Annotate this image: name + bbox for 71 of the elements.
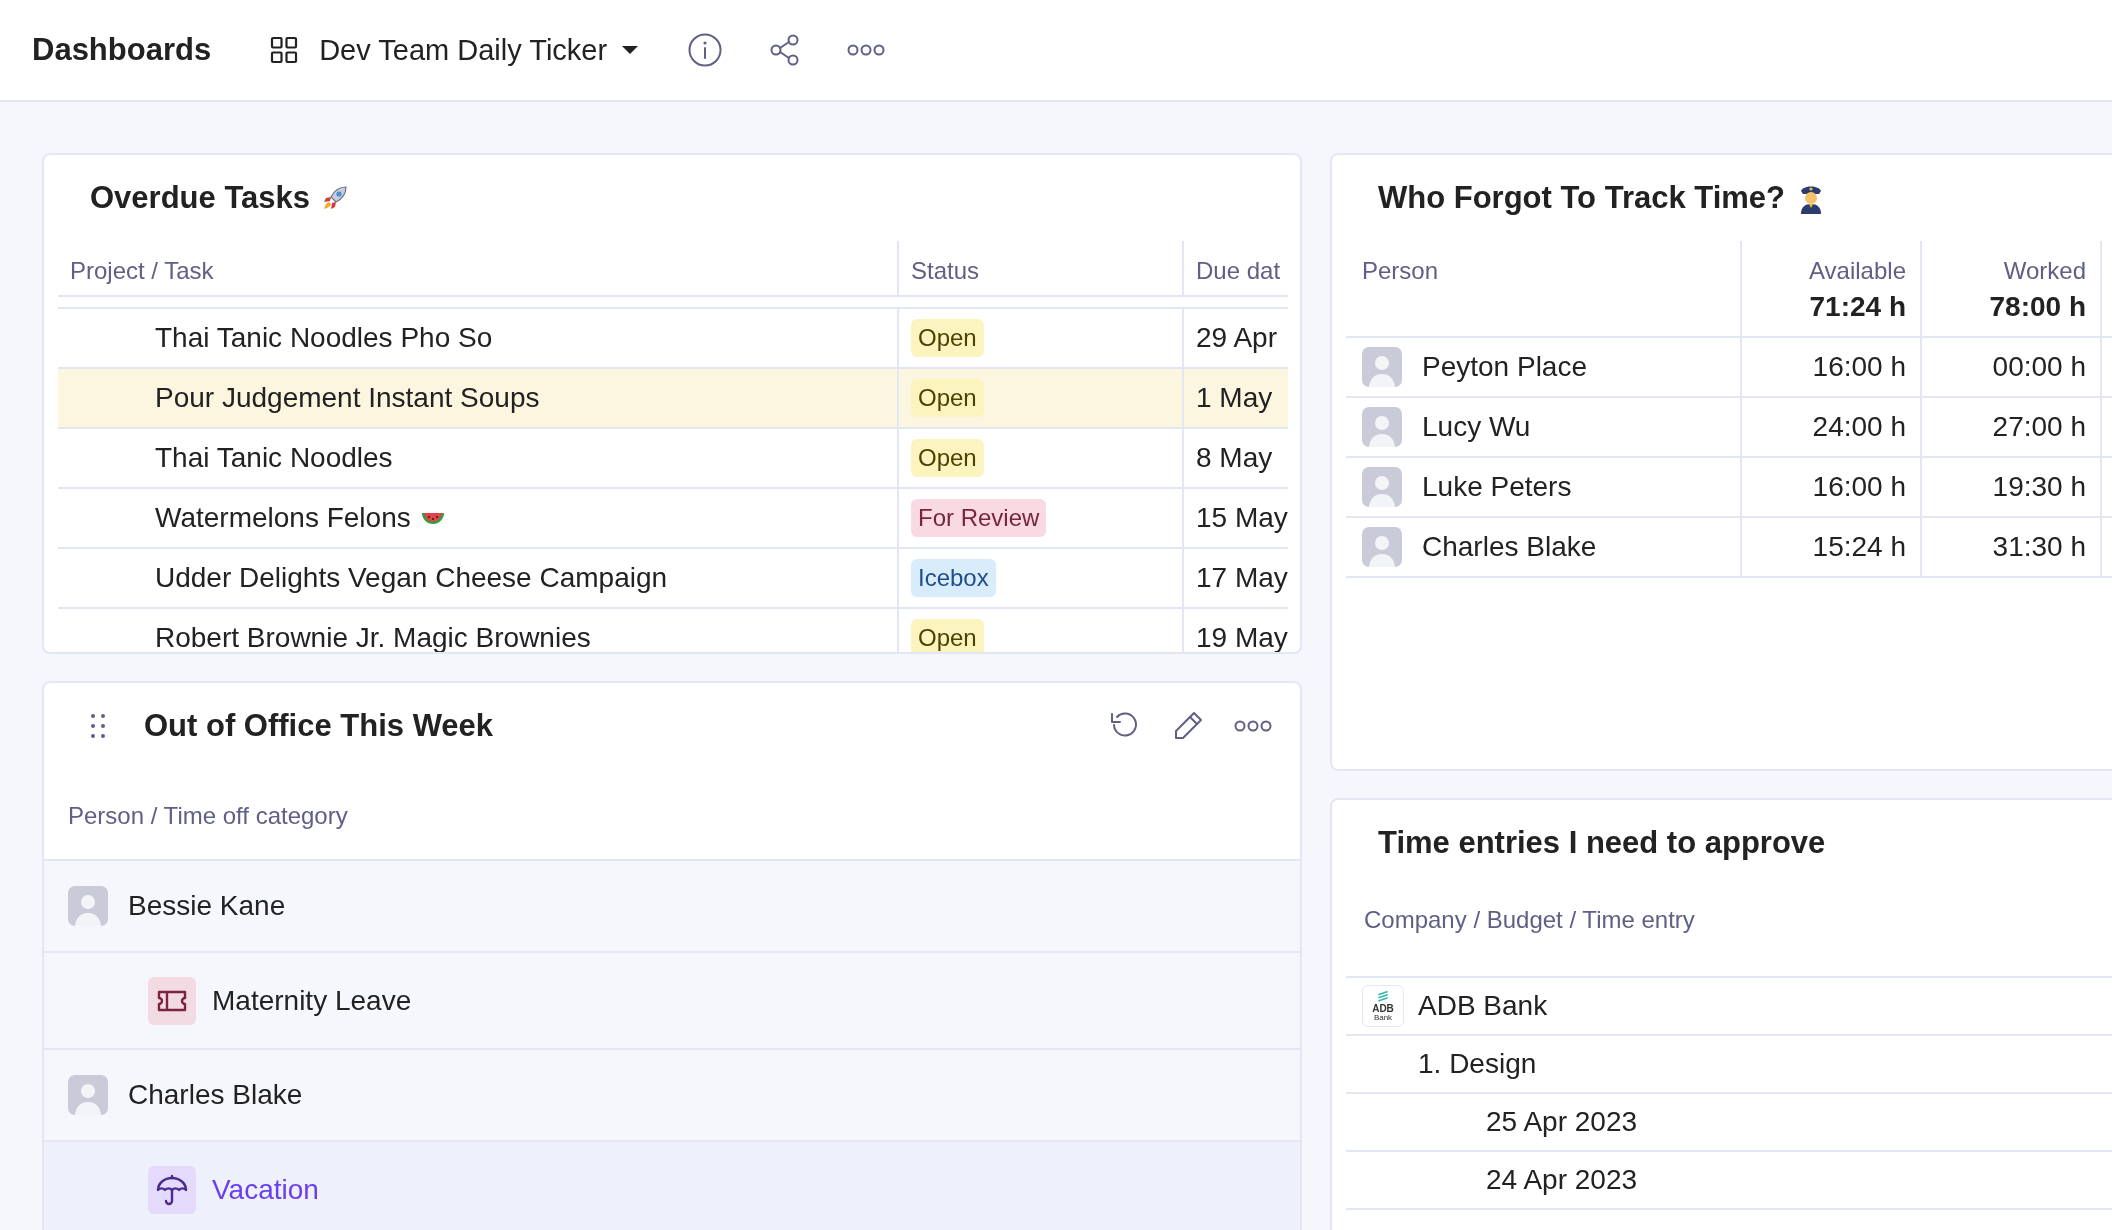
ticket-icon — [148, 976, 196, 1025]
page-title: Dashboards — [32, 32, 212, 68]
task-name[interactable]: Robert Brownie Jr. Magic Brownies — [155, 622, 591, 652]
due-date: 19 May — [1196, 622, 1288, 652]
due-date: 29 Apr — [1196, 322, 1277, 354]
worked-hours: 27:00 h — [1992, 411, 2086, 443]
task-name[interactable]: Thai Tanic Noodles Pho So — [155, 322, 493, 354]
column-header: Company / Budget / Time entry — [1364, 906, 1695, 934]
column-header: Project / Task — [58, 241, 899, 295]
person-name[interactable]: Luke Peters — [1422, 471, 1572, 503]
company-logo: ADB Bank — [1362, 985, 1404, 1027]
budget-name[interactable]: 1. Design — [1418, 1048, 1537, 1080]
task-name[interactable]: Watermelons Felons — [155, 502, 411, 534]
column-header: Status — [899, 241, 1184, 295]
available-hours: 15:24 h — [1812, 531, 1906, 563]
person-avatar — [1362, 347, 1402, 387]
company-name[interactable]: ADB Bank — [1418, 990, 1548, 1022]
person-name[interactable]: Bessie Kane — [128, 890, 286, 922]
status-tag: Open — [911, 379, 984, 417]
due-date: 17 May — [1196, 562, 1288, 594]
stripes-icon — [1376, 990, 1390, 1004]
available-hours: 16:00 h — [1812, 471, 1906, 503]
person-name[interactable]: Lucy Wu — [1422, 411, 1531, 443]
column-total: 78:00 h — [1989, 291, 2086, 323]
due-date: 1 May — [1196, 382, 1273, 414]
umbrella-icon — [148, 1165, 196, 1214]
time-off-category[interactable]: Maternity Leave — [212, 984, 412, 1017]
task-name[interactable]: Pour Judgement Instant Soups — [155, 382, 540, 414]
column-header: Person / Time off category — [68, 802, 348, 830]
worked-hours: 31:30 h — [1992, 531, 2086, 563]
time-off-category[interactable]: Vacation — [212, 1173, 319, 1206]
person-name[interactable]: Charles Blake — [1422, 531, 1597, 563]
card-title: Overdue Tasks — [90, 180, 310, 216]
person-avatar — [68, 1075, 108, 1115]
column-header: Due dat — [1195, 256, 1282, 286]
card-title: Who Forgot To Track Time? — [1378, 180, 1786, 216]
person-avatar — [68, 886, 108, 926]
more-icon[interactable] — [847, 43, 886, 57]
time-entry-date[interactable]: 24 Apr 2023 — [1486, 1164, 1638, 1196]
worked-hours: 19:30 h — [1992, 471, 2086, 503]
logo-caption: Bank — [1373, 1014, 1393, 1022]
available-hours: 16:00 h — [1812, 351, 1906, 383]
column-total: 71:24 h — [1809, 291, 1906, 323]
status-tag: For Review — [911, 499, 1047, 537]
status-tag: Icebox — [911, 559, 996, 597]
caret-down-icon — [621, 45, 640, 55]
time-entry-date[interactable]: 25 Apr 2023 — [1486, 1106, 1638, 1138]
worked-hours: 00:00 h — [1992, 351, 2086, 383]
more-icon[interactable] — [1234, 719, 1272, 733]
grid-icon — [269, 35, 300, 65]
person-avatar — [1362, 467, 1402, 507]
task-name[interactable]: Udder Delights Vegan Cheese Campaign — [155, 562, 668, 594]
drag-handle-icon[interactable] — [90, 713, 106, 739]
column-header: Worked — [2003, 257, 2086, 285]
person-avatar — [1362, 527, 1402, 567]
card-title: Out of Office This Week — [144, 708, 494, 744]
dashboard-selector[interactable]: Dev Team Daily Ticker — [269, 33, 640, 67]
column-header: Available — [1809, 257, 1906, 285]
task-name[interactable]: Thai Tanic Noodles — [155, 442, 393, 474]
card-title: Time entries I need to approve — [1378, 825, 1826, 861]
status-tag: Open — [911, 439, 984, 477]
info-icon[interactable] — [687, 32, 724, 68]
person-avatar — [1362, 407, 1402, 447]
column-header: Person — [1362, 257, 1439, 285]
available-hours: 24:00 h — [1812, 411, 1906, 443]
person-name[interactable]: Charles Blake — [128, 1079, 303, 1111]
status-tag: Open — [911, 319, 984, 357]
person-name[interactable]: Peyton Place — [1422, 351, 1587, 383]
due-date: 8 May — [1196, 442, 1273, 474]
due-date: 15 May — [1196, 502, 1288, 534]
status-tag: Open — [911, 619, 984, 652]
